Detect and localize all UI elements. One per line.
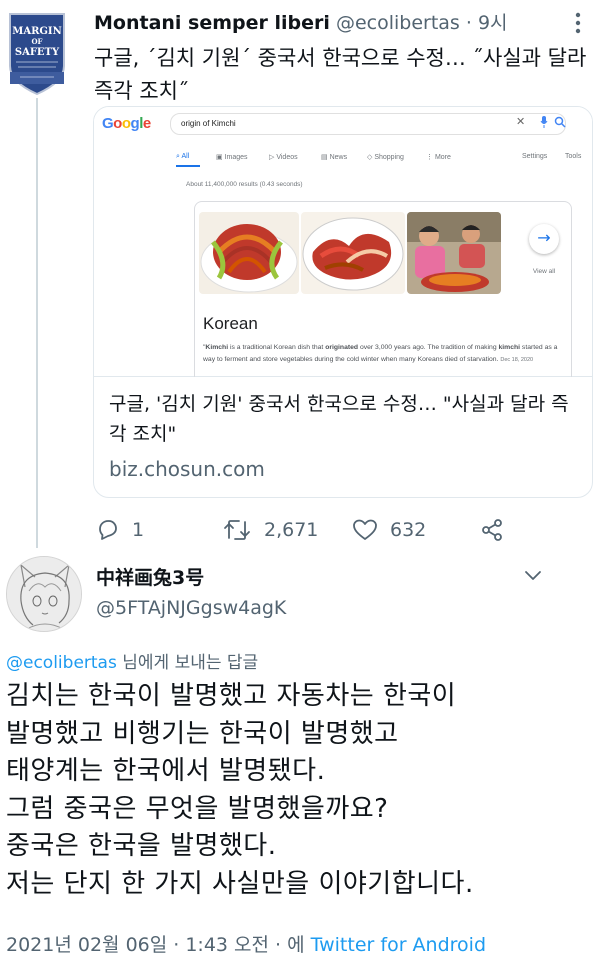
google-logo-o2: o [121,115,131,132]
logo-text-line-3: SAFETY [15,47,60,58]
kimchi-photo-2 [301,212,405,294]
reply-mention-link[interactable]: @ecolibertas [6,653,117,673]
google-logo-g2: g [130,115,140,132]
google-tabs: ⌕ All ▣ Images ▷ Videos ▤ News ◇ Shoppin… [176,153,586,167]
thread-connector [36,98,38,548]
google-tab-news: ▤ News [321,154,348,161]
reply-author-handle[interactable]: @5FTAjNJGgsw4agK [96,597,286,619]
timestamp-text[interactable]: 2021년 02월 06일 · 1:43 오전 · 에 [6,934,311,956]
reply-count: 1 [132,519,145,541]
google-logo-o1: o [113,115,122,132]
google-logo-g: G [102,115,114,132]
reply-text-line: 중국은 한국을 발명했다. [6,831,277,861]
google-search-query: origin of Kimchi [181,119,236,128]
reply-text-line: 발명했고 비행기는 한국이 발명했고 [6,718,399,749]
google-settings: Settings [522,153,548,160]
share-icon [482,519,502,541]
google-tab-underline [176,165,200,167]
logo-text-line-2: OF [31,37,42,46]
like-count: 632 [390,519,427,541]
knowledge-panel-description: "Kimchi is a traditional Korean dish tha… [203,344,558,363]
more-vertical-icon [575,12,581,34]
google-results-count: About 11,400,000 results (0.43 seconds) [186,181,303,188]
reply-text-line: 저는 단지 한 가지 사실만을 이야기합니다. [6,868,474,899]
reply-icon [99,520,117,540]
tweet-time[interactable]: 9시 [478,12,508,34]
card-image-google-screenshot: Google origin of Kimchi ✕ ⌕ All ▣ Images… [94,107,592,377]
time-separator: · [459,12,478,34]
google-tab-images: ▣ Images [216,154,248,161]
knowledge-panel: → View all Korean "Kimchi is a tradition… [194,201,572,377]
link-preview-card[interactable]: Google origin of Kimchi ✕ ⌕ All ▣ Images… [93,106,593,498]
retweet-icon [224,520,250,540]
more-options-button[interactable] [570,10,586,36]
retweet-count: 2,671 [264,519,319,541]
close-icon: ✕ [516,115,526,128]
like-button[interactable]: 632 [352,515,426,545]
retweet-button[interactable]: 2,671 [222,515,318,545]
reply-author-avatar[interactable] [6,556,82,632]
author-name[interactable]: Montani semper liberi [94,12,330,34]
tweet-menu-button[interactable] [524,568,542,582]
tweet-timestamp: 2021년 02월 06일 · 1:43 오전 · 에 Twitter for … [6,930,486,957]
card-domain: biz.chosun.com [109,457,265,481]
arrow-right-icon: → [529,224,559,254]
reply-text-line: 그럼 중국은 무엇을 발명했을까요? [6,793,389,824]
google-logo: Google [102,115,151,132]
kimchi-making-photo [407,212,501,294]
knowledge-panel-title: Korean [203,314,258,333]
margin-of-safety-logo: MARGIN OF SAFETY [9,13,65,96]
google-tab-more: ⋮ More [426,154,451,161]
reply-text-line: 태양계는 한국에서 발명됐다. [6,756,326,786]
replying-to-label: 님에게 보내는 답글 [116,653,259,673]
google-tab-videos: ▷ Videos [269,154,298,161]
tweet-text: 구글, ˊ김치 기원ˊ 중국서 한국으로 수정… ˝사실과 달라 즉각 조치˝ [94,46,587,103]
author-handle[interactable]: @ecolibertas [336,12,460,34]
tweet-header: Montani semper liberi @ecolibertas · 9시 [94,8,594,38]
search-icon [554,116,566,128]
logo-text-line-1: MARGIN [12,26,62,37]
chevron-down-icon [525,571,541,580]
anime-girl-sketch-avatar [7,557,81,631]
google-tools: Tools [565,153,582,160]
kimchi-photo-1 [199,212,299,294]
tweet-source-link[interactable]: Twitter for Android [311,934,486,956]
mic-icon [540,116,548,128]
reply-author-name[interactable]: 中祥画兔3号 [96,563,204,590]
google-logo-e: e [142,115,151,132]
description-date: Dec 18, 2020 [500,357,534,363]
author-avatar[interactable]: MARGIN OF SAFETY [4,10,70,96]
reply-tweet-text: 김치는 한국이 발명했고 자동차는 한국이 발명했고 비행기는 한국이 발명했고… [6,678,596,903]
google-tab-shopping: ◇ Shopping [367,154,404,161]
google-tab-all: ⌕ All [176,153,190,160]
view-all-label: View all [532,268,556,275]
card-title: 구글, '김치 기원' 중국서 한국으로 수정… "사실과 달라 즉각 조치" [109,393,569,445]
reply-text-line: 김치는 한국이 발명했고 자동차는 한국이 [6,681,457,711]
share-button[interactable] [480,515,516,545]
replying-to: @ecolibertas 님에게 보내는 답글 [6,648,258,673]
google-search-box: origin of Kimchi [170,113,566,135]
like-icon [353,519,377,540]
reply-button[interactable]: 1 [96,515,144,545]
